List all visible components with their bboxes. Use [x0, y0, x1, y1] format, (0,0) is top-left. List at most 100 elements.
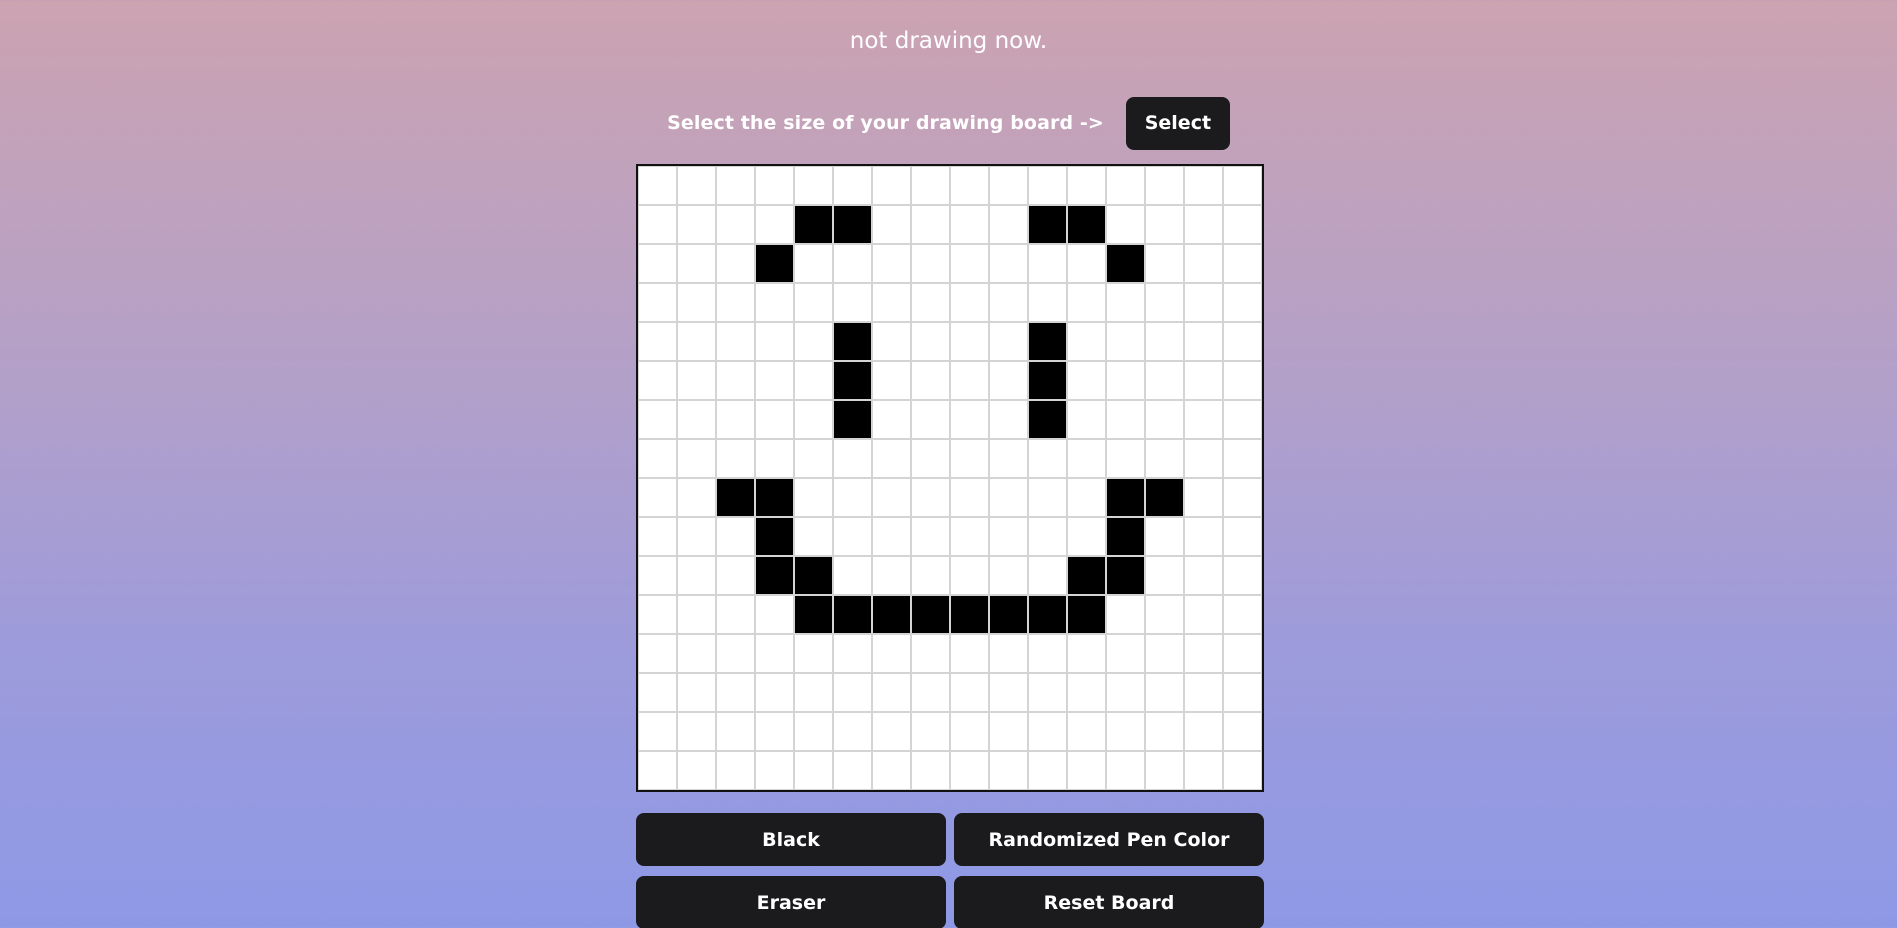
board-cell[interactable]	[950, 712, 989, 751]
board-cell[interactable]	[833, 166, 872, 205]
board-cell[interactable]	[1223, 712, 1262, 751]
board-cell[interactable]	[1028, 556, 1067, 595]
board-cell[interactable]	[716, 439, 755, 478]
board-cell[interactable]	[677, 595, 716, 634]
board-cell[interactable]	[1145, 205, 1184, 244]
board-cell[interactable]	[638, 517, 677, 556]
board-cell[interactable]	[872, 205, 911, 244]
board-cell[interactable]	[716, 595, 755, 634]
board-cell[interactable]	[1145, 322, 1184, 361]
board-cell[interactable]	[794, 439, 833, 478]
board-cell[interactable]	[1223, 166, 1262, 205]
board-cell[interactable]	[794, 712, 833, 751]
board-cell[interactable]	[833, 244, 872, 283]
board-cell[interactable]	[755, 244, 794, 283]
board-cell[interactable]	[1028, 595, 1067, 634]
board-cell[interactable]	[989, 205, 1028, 244]
board-cell[interactable]	[1184, 283, 1223, 322]
board-cell[interactable]	[989, 283, 1028, 322]
board-cell[interactable]	[950, 595, 989, 634]
board-cell[interactable]	[794, 283, 833, 322]
board-cell[interactable]	[911, 244, 950, 283]
board-cell[interactable]	[950, 400, 989, 439]
board-cell[interactable]	[911, 361, 950, 400]
board-cell[interactable]	[1223, 205, 1262, 244]
board-cell[interactable]	[794, 244, 833, 283]
board-cell[interactable]	[1028, 517, 1067, 556]
board-cell[interactable]	[677, 556, 716, 595]
board-cell[interactable]	[1184, 244, 1223, 283]
board-cell[interactable]	[1184, 556, 1223, 595]
board-cell[interactable]	[638, 361, 677, 400]
board-cell[interactable]	[794, 517, 833, 556]
board-cell[interactable]	[1067, 283, 1106, 322]
board-cell[interactable]	[950, 517, 989, 556]
board-cell[interactable]	[989, 634, 1028, 673]
board-cell[interactable]	[1145, 439, 1184, 478]
board-cell[interactable]	[1223, 595, 1262, 634]
board-cell[interactable]	[677, 205, 716, 244]
board-cell[interactable]	[911, 283, 950, 322]
board-cell[interactable]	[911, 205, 950, 244]
board-cell[interactable]	[677, 673, 716, 712]
board-cell[interactable]	[1223, 283, 1262, 322]
board-cell[interactable]	[872, 166, 911, 205]
board-cell[interactable]	[755, 478, 794, 517]
board-cell[interactable]	[638, 283, 677, 322]
board-cell[interactable]	[638, 439, 677, 478]
board-cell[interactable]	[1106, 478, 1145, 517]
board-cell[interactable]	[1223, 478, 1262, 517]
board-cell[interactable]	[1106, 322, 1145, 361]
board-cell[interactable]	[833, 595, 872, 634]
board-cell[interactable]	[1184, 751, 1223, 790]
board-cell[interactable]	[833, 712, 872, 751]
board-cell[interactable]	[677, 478, 716, 517]
board-cell[interactable]	[1223, 673, 1262, 712]
board-cell[interactable]	[872, 244, 911, 283]
board-cell[interactable]	[989, 478, 1028, 517]
board-cell[interactable]	[872, 634, 911, 673]
select-size-button[interactable]: Select	[1125, 96, 1230, 150]
board-cell[interactable]	[1067, 634, 1106, 673]
board-cell[interactable]	[989, 322, 1028, 361]
board-cell[interactable]	[911, 712, 950, 751]
board-cell[interactable]	[1067, 322, 1106, 361]
board-cell[interactable]	[1223, 439, 1262, 478]
black-pen-button[interactable]: Black	[636, 813, 946, 866]
board-cell[interactable]	[872, 400, 911, 439]
board-cell[interactable]	[1184, 595, 1223, 634]
board-cell[interactable]	[638, 751, 677, 790]
board-cell[interactable]	[1067, 244, 1106, 283]
board-cell[interactable]	[911, 517, 950, 556]
board-cell[interactable]	[716, 166, 755, 205]
board-cell[interactable]	[911, 595, 950, 634]
board-cell[interactable]	[989, 556, 1028, 595]
board-cell[interactable]	[911, 556, 950, 595]
board-cell[interactable]	[638, 595, 677, 634]
board-cell[interactable]	[1028, 283, 1067, 322]
board-cell[interactable]	[1106, 556, 1145, 595]
board-cell[interactable]	[794, 673, 833, 712]
board-cell[interactable]	[1145, 751, 1184, 790]
board-cell[interactable]	[1184, 517, 1223, 556]
board-cell[interactable]	[1067, 478, 1106, 517]
board-cell[interactable]	[1223, 244, 1262, 283]
board-cell[interactable]	[950, 478, 989, 517]
board-cell[interactable]	[1028, 673, 1067, 712]
board-cell[interactable]	[872, 517, 911, 556]
board-cell[interactable]	[1106, 751, 1145, 790]
board-cell[interactable]	[911, 751, 950, 790]
board-cell[interactable]	[716, 751, 755, 790]
board-cell[interactable]	[1106, 634, 1145, 673]
board-cell[interactable]	[1106, 673, 1145, 712]
board-cell[interactable]	[794, 478, 833, 517]
board-cell[interactable]	[950, 556, 989, 595]
board-cell[interactable]	[716, 673, 755, 712]
board-cell[interactable]	[950, 244, 989, 283]
board-cell[interactable]	[1145, 400, 1184, 439]
board-cell[interactable]	[1028, 361, 1067, 400]
board-cell[interactable]	[1223, 751, 1262, 790]
board-cell[interactable]	[1223, 361, 1262, 400]
board-cell[interactable]	[1028, 322, 1067, 361]
board-cell[interactable]	[794, 556, 833, 595]
